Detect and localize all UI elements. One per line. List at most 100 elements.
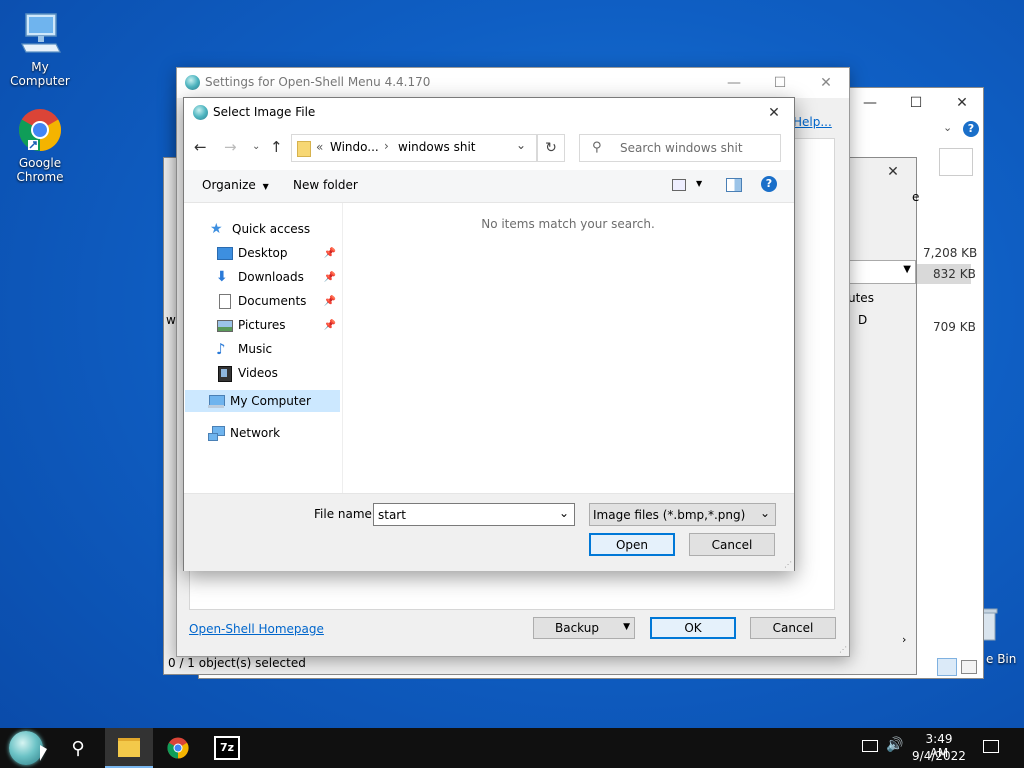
- dropdown-arrow-icon: ▼: [262, 182, 269, 191]
- nav-item-pictures[interactable]: Pictures 📌: [216, 314, 340, 336]
- close-icon[interactable]: ✕: [754, 98, 794, 128]
- file-type-select[interactable]: Image files (*.bmp,*.png) ⌄: [589, 503, 776, 526]
- taskbar-chrome[interactable]: [154, 728, 202, 768]
- notification-icon[interactable]: [983, 740, 999, 753]
- size-value: 832 KB: [933, 267, 976, 281]
- command-bar: Organize ▼ New folder ▼ ?: [184, 170, 794, 203]
- minimize-icon[interactable]: —: [847, 88, 893, 118]
- pin-icon[interactable]: 📌: [324, 296, 336, 307]
- close-icon[interactable]: ✕: [870, 158, 916, 186]
- desktop-icon-my-computer[interactable]: My Computer: [0, 10, 80, 88]
- help-icon[interactable]: ?: [963, 121, 979, 137]
- navigation-tree[interactable]: ★ Quick access Desktop 📌 ⬇ Downloads 📌 D…: [184, 203, 344, 493]
- pin-icon[interactable]: 📌: [324, 248, 336, 259]
- folder-icon: [118, 737, 140, 757]
- view-tiles-icon[interactable]: [961, 660, 977, 674]
- view-options-icon[interactable]: [672, 179, 686, 191]
- nav-item-quick-access[interactable]: ★ Quick access: [210, 218, 310, 240]
- taskbar-file-explorer[interactable]: [105, 728, 153, 768]
- cancel-button[interactable]: Cancel: [750, 617, 836, 639]
- clock-date[interactable]: 9/4/2022: [910, 749, 968, 763]
- search-field[interactable]: ⚲ Search windows shit: [579, 134, 781, 162]
- nav-item-documents[interactable]: Documents 📌: [216, 290, 340, 312]
- desktop-icon-google-chrome[interactable]: Google Chrome: [0, 106, 80, 184]
- volume-tray-icon[interactable]: 🔊: [886, 737, 903, 753]
- open-shell-start-orb-icon: [9, 731, 43, 765]
- refresh-button[interactable]: ↻: [537, 134, 565, 162]
- file-list[interactable]: No items match your search.: [344, 203, 792, 493]
- dialog-title: Select Image File: [213, 105, 316, 119]
- minimize-icon[interactable]: —: [711, 68, 757, 98]
- download-arrow-icon: ⬇: [216, 269, 228, 285]
- search-button[interactable]: ⚲: [54, 728, 102, 768]
- search-box[interactable]: [939, 148, 973, 176]
- mouse-cursor-icon: [40, 745, 47, 761]
- nav-item-music[interactable]: ♪ Music: [216, 338, 272, 360]
- nav-item-downloads[interactable]: ⬇ Downloads 📌: [216, 266, 340, 288]
- close-icon[interactable]: ✕: [803, 68, 849, 98]
- music-note-icon: ♪: [216, 340, 226, 358]
- taskbar-7zip[interactable]: 7z: [203, 728, 251, 768]
- nav-item-network[interactable]: Network: [208, 422, 280, 444]
- maximize-icon[interactable]: ☐: [893, 88, 939, 118]
- cancel-button[interactable]: Cancel: [689, 533, 775, 556]
- maximize-icon[interactable]: ☐: [757, 68, 803, 98]
- search-placeholder: Search windows shit: [620, 141, 743, 155]
- status-bar: 0 / 1 object(s) selected: [168, 656, 306, 670]
- up-button[interactable]: ↑: [270, 138, 283, 156]
- folder-icon: [297, 141, 311, 157]
- desktop-icon: [216, 245, 233, 261]
- dropdown-arrow-icon: ▼: [623, 622, 630, 632]
- network-tray-icon[interactable]: [862, 740, 878, 752]
- search-icon: ⚲: [592, 140, 602, 155]
- select-image-file-dialog[interactable]: Select Image File ✕ ← → ⌄ ↑ « Windo... ›…: [183, 97, 795, 571]
- combo-dropdown[interactable]: ▼: [844, 260, 916, 284]
- new-folder-button[interactable]: New folder: [293, 178, 358, 192]
- back-button[interactable]: ←: [194, 138, 207, 156]
- backup-label: Backup: [555, 621, 599, 635]
- open-shell-homepage-link[interactable]: Open-Shell Homepage: [189, 622, 324, 636]
- file-name-input[interactable]: start ⌄: [373, 503, 575, 526]
- ok-button[interactable]: OK: [650, 617, 736, 639]
- help-icon[interactable]: ?: [761, 176, 777, 192]
- pane-divider[interactable]: [342, 203, 343, 493]
- nav-item-videos[interactable]: Videos: [216, 362, 278, 384]
- open-button[interactable]: Open: [589, 533, 675, 556]
- chevron-down-icon[interactable]: ⌄: [943, 121, 952, 134]
- nav-item-my-computer[interactable]: My Computer: [185, 390, 340, 412]
- resize-grip[interactable]: ⋰: [784, 560, 792, 569]
- backup-button[interactable]: Backup ▼: [533, 617, 635, 639]
- close-icon[interactable]: ✕: [939, 88, 985, 118]
- breadcrumb-item[interactable]: Windo...: [330, 140, 379, 154]
- nav-label: Downloads: [238, 270, 304, 284]
- network-icon: [208, 425, 225, 441]
- chevron-down-icon: ▼: [903, 264, 911, 275]
- chevron-down-icon[interactable]: ⌄: [559, 506, 569, 520]
- view-details-icon[interactable]: [937, 658, 957, 676]
- organize-button[interactable]: Organize ▼: [202, 178, 269, 192]
- film-icon: [216, 365, 232, 382]
- nav-label: Desktop: [238, 246, 288, 260]
- resize-grip[interactable]: ⋰: [839, 645, 847, 654]
- settings-title: Settings for Open-Shell Menu 4.4.170: [205, 75, 431, 89]
- nav-label: Pictures: [238, 318, 286, 332]
- chevron-down-icon: ⌄: [759, 506, 770, 520]
- scroll-right-icon[interactable]: ›: [902, 633, 906, 646]
- forward-button[interactable]: →: [224, 138, 237, 156]
- recent-locations-icon[interactable]: ⌄: [252, 141, 260, 152]
- star-icon: ★: [210, 221, 223, 237]
- nav-item-desktop[interactable]: Desktop 📌: [216, 242, 340, 264]
- breadcrumb-item[interactable]: windows shit: [398, 140, 476, 154]
- pin-icon[interactable]: 📌: [324, 320, 336, 331]
- address-bar[interactable]: « Windo... › windows shit ⌄: [291, 134, 537, 162]
- chevron-down-icon[interactable]: ▼: [696, 179, 702, 188]
- chevron-down-icon[interactable]: ⌄: [516, 138, 526, 152]
- pin-icon[interactable]: 📌: [324, 272, 336, 283]
- document-icon: [216, 293, 232, 309]
- size-value: 709 KB: [933, 320, 976, 334]
- help-link[interactable]: Help...: [793, 115, 832, 129]
- preview-pane-icon[interactable]: [726, 178, 742, 192]
- settings-title-bar[interactable]: Settings for Open-Shell Menu 4.4.170 — ☐…: [177, 68, 849, 98]
- dialog-title-bar[interactable]: Select Image File ✕: [184, 98, 794, 128]
- chrome-icon: [16, 106, 64, 154]
